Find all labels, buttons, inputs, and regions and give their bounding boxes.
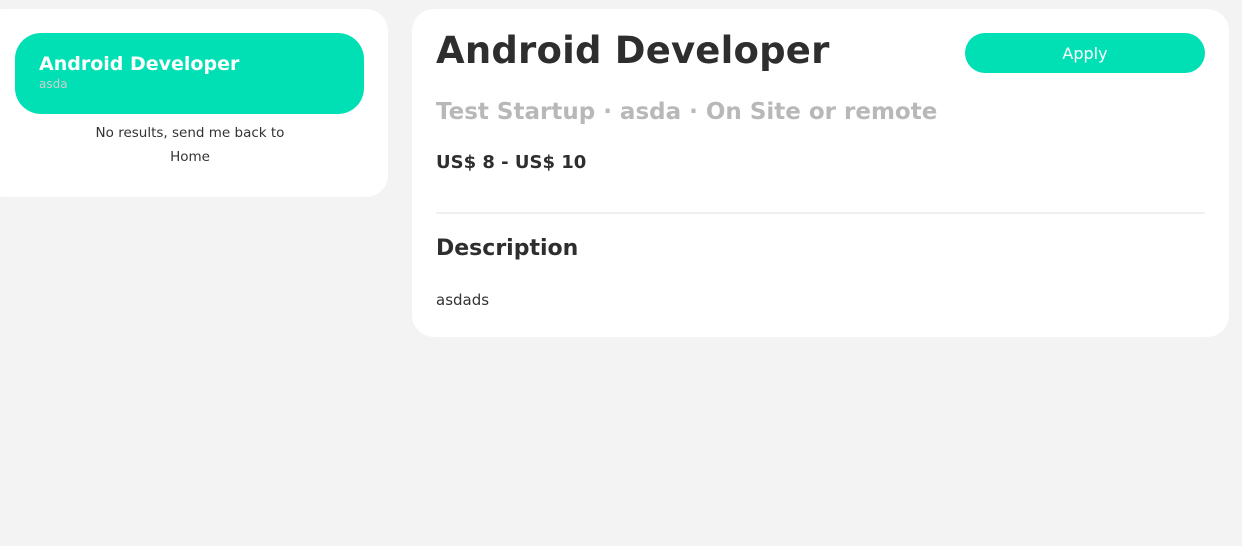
apply-button[interactable]: Apply bbox=[965, 33, 1205, 73]
job-list-item-subtitle: asda bbox=[39, 77, 68, 91]
description-body: asdads bbox=[436, 291, 490, 309]
job-meta: Test Startup · asda · On Site or remote bbox=[436, 99, 938, 125]
job-detail-panel: Android Developer Apply Test Startup · a… bbox=[412, 9, 1229, 337]
home-link[interactable]: Home bbox=[0, 145, 380, 169]
no-results-message: No results, send me back to Home bbox=[0, 121, 380, 169]
job-list-item-title: Android Developer bbox=[39, 53, 240, 75]
no-results-text: No results, send me back to bbox=[95, 125, 285, 141]
job-salary: US$ 8 - US$ 10 bbox=[436, 152, 587, 173]
job-list-item-android-developer[interactable]: Android Developer asda bbox=[15, 33, 364, 114]
description-heading: Description bbox=[436, 236, 579, 261]
divider bbox=[436, 212, 1205, 214]
job-title: Android Developer bbox=[436, 29, 830, 72]
job-list-panel: Android Developer asda No results, send … bbox=[0, 9, 388, 197]
